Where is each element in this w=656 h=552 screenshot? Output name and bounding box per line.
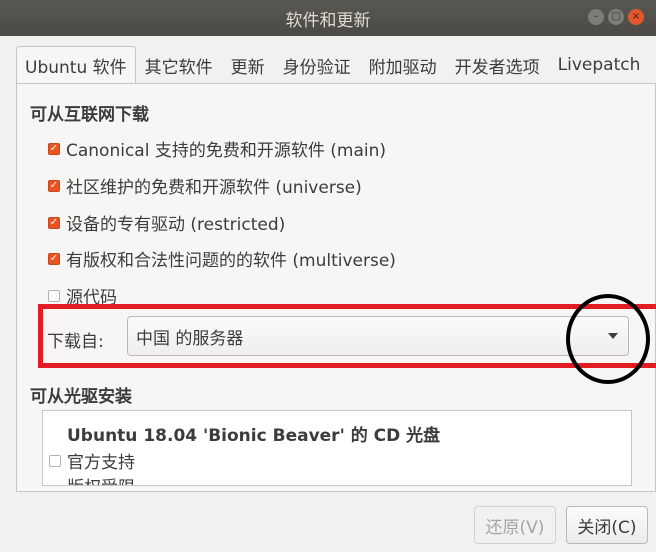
checkbox-label: 版权受限 xyxy=(67,473,135,485)
cdrom-disc-name: Ubuntu 18.04 'Bionic Beaver' 的 CD 光盘 xyxy=(67,426,441,446)
tab-additional-drivers[interactable]: 附加驱动 xyxy=(360,46,446,84)
software-updates-window: 软件和更新 – □ × Ubuntu 软件 其它软件 更新 身份验证 附加驱动 … xyxy=(0,0,656,552)
title-bar: 软件和更新 – □ × xyxy=(0,0,656,36)
checkbox-label: 社区维护的免费和开源软件 (universe) xyxy=(66,178,362,198)
download-from-highlight: 下载自: 中国 的服务器 xyxy=(38,304,656,368)
checkbox-official-support[interactable]: 官方支持 xyxy=(49,448,135,473)
checkbox-label: 有版权和合法性问题的的软件 (multiverse) xyxy=(66,251,396,271)
tab-ubuntu-software[interactable]: Ubuntu 软件 xyxy=(16,46,136,84)
tab-bar: Ubuntu 软件 其它软件 更新 身份验证 附加驱动 开发者选项 Livepa… xyxy=(16,46,649,84)
checkbox-checked-icon[interactable]: ✓ xyxy=(48,252,60,265)
checkbox-checked-icon[interactable]: ✓ xyxy=(48,142,60,155)
tab-other-software[interactable]: 其它软件 xyxy=(136,46,222,84)
window-title: 软件和更新 xyxy=(285,10,371,31)
revert-button[interactable]: 还原(V) xyxy=(474,506,556,544)
close-icon[interactable]: × xyxy=(628,9,644,25)
close-button[interactable]: 关闭(C) xyxy=(566,506,648,544)
annotation-circle xyxy=(566,294,650,384)
checkbox-unchecked-icon[interactable] xyxy=(48,289,60,302)
maximize-icon[interactable]: □ xyxy=(608,9,624,25)
tab-livepatch[interactable]: Livepatch xyxy=(549,46,650,84)
checkbox-multiverse[interactable]: ✓ 有版权和合法性问题的的软件 (multiverse) xyxy=(48,246,396,271)
checkbox-label: Canonical 支持的免费和开源软件 (main) xyxy=(66,141,386,161)
checkbox-unchecked-icon[interactable] xyxy=(49,454,61,467)
download-server-dropdown[interactable]: 中国 的服务器 xyxy=(127,316,629,356)
checkbox-restricted[interactable]: ✓ 设备的专有驱动 (restricted) xyxy=(48,210,285,235)
download-from-label: 下载自: xyxy=(47,332,104,352)
internet-section-title: 可从互联网下载 xyxy=(30,105,149,125)
window-controls: – □ × xyxy=(588,9,644,25)
checkbox-main[interactable]: ✓ Canonical 支持的免费和开源软件 (main) xyxy=(48,136,386,161)
checkbox-checked-icon[interactable]: ✓ xyxy=(48,179,60,192)
tab-authentication[interactable]: 身份验证 xyxy=(274,46,360,84)
checkbox-universe[interactable]: ✓ 社区维护的免费和开源软件 (universe) xyxy=(48,173,362,198)
cdrom-list[interactable]: Ubuntu 18.04 'Bionic Beaver' 的 CD 光盘 官方支… xyxy=(42,410,632,486)
tab-updates[interactable]: 更新 xyxy=(222,46,274,84)
checkbox-label: 设备的专有驱动 (restricted) xyxy=(66,215,286,235)
checkbox-label: 官方支持 xyxy=(67,453,135,473)
cdrom-section-title: 可从光驱安装 xyxy=(30,387,132,407)
checkbox-restricted-copyright[interactable]: 版权受限 xyxy=(49,473,135,485)
download-server-value: 中国 的服务器 xyxy=(136,328,244,349)
checkbox-checked-icon[interactable]: ✓ xyxy=(48,216,60,229)
tab-developer-options[interactable]: 开发者选项 xyxy=(446,46,549,84)
minimize-icon[interactable]: – xyxy=(588,9,604,25)
